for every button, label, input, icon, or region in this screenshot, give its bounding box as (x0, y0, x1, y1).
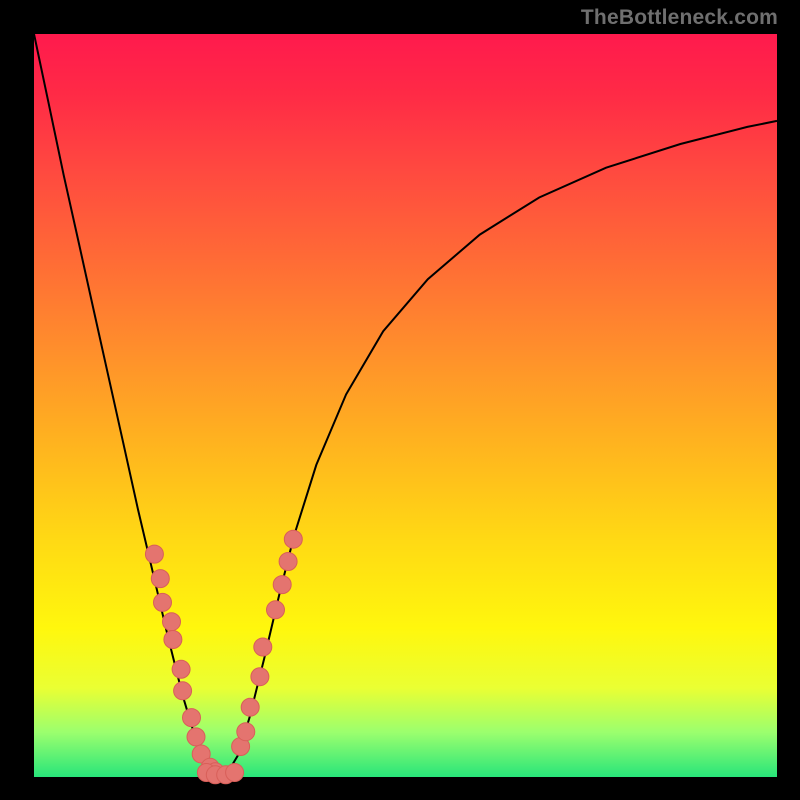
left-arm-dots-dot (163, 613, 181, 631)
chart-svg (0, 0, 800, 800)
right-arm-dots-dot (267, 601, 285, 619)
left-arm-dots-dot (154, 593, 172, 611)
chart-frame: TheBottleneck.com (0, 0, 800, 800)
left-arm-dots-dot (172, 660, 190, 678)
left-arm-dots-dot (151, 570, 169, 588)
right-arm-dots-dot (251, 668, 269, 686)
right-arm-dots-dot (284, 530, 302, 548)
left-arm-dots-dot (174, 682, 192, 700)
left-arm-dots-dot (164, 631, 182, 649)
left-arm-dots-dot (183, 709, 201, 727)
bottleneck-curve (34, 34, 777, 777)
left-arm-dots-dot (145, 545, 163, 563)
right-arm-dots-dot (241, 698, 259, 716)
right-arm-dots-dot (273, 576, 291, 594)
trough-dots-dot (226, 764, 244, 782)
right-arm-dots-dot (237, 723, 255, 741)
right-arm-dots-dot (279, 553, 297, 571)
right-arm-dots-dot (254, 638, 272, 656)
left-arm-dots-dot (187, 728, 205, 746)
